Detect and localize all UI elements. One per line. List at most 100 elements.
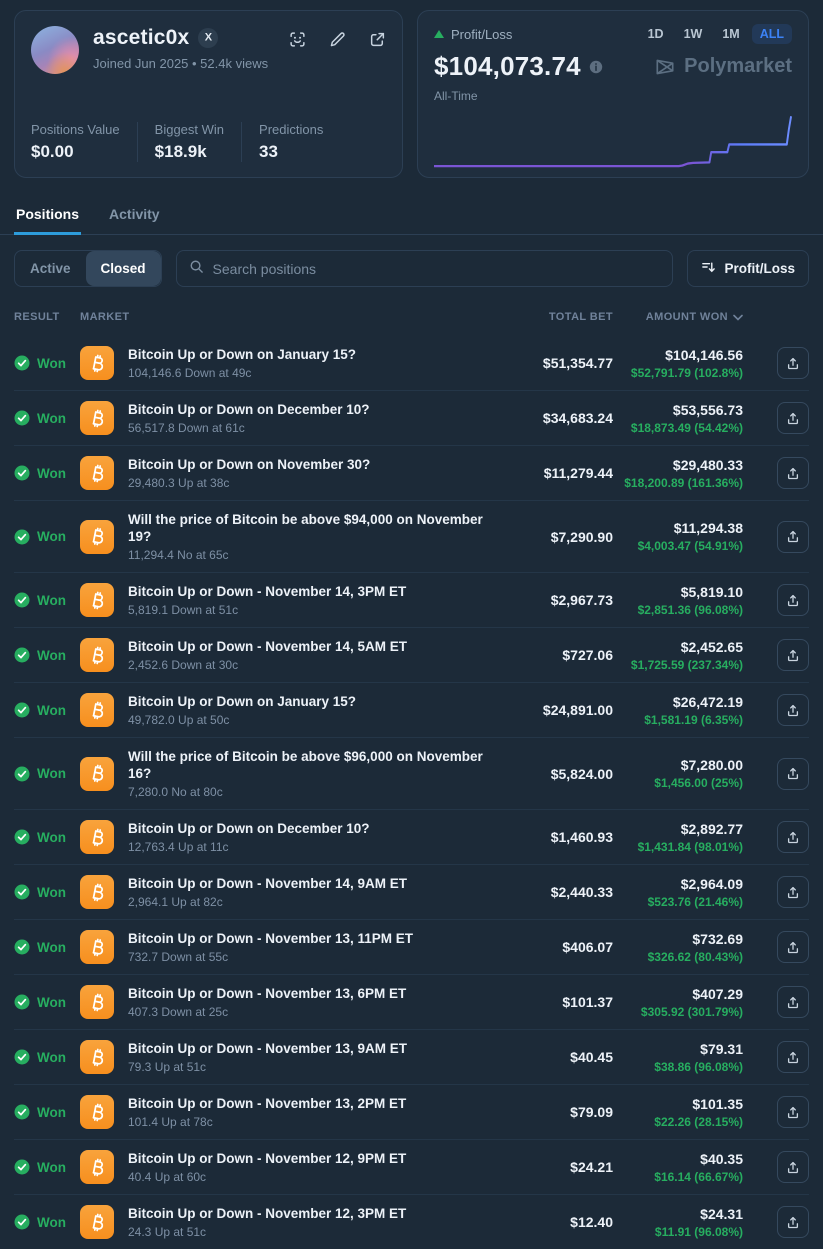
market-cell: Bitcoin Up or Down on January 15? 104,14… (128, 346, 493, 380)
profit-value: $18,873.49 (54.42%) (631, 421, 743, 435)
range-1d[interactable]: 1D (640, 24, 672, 44)
position-row[interactable]: Won Bitcoin Up or Down - November 13, 6P… (14, 974, 809, 1029)
position-row[interactable]: Won Bitcoin Up or Down - November 13, 2P… (14, 1084, 809, 1139)
market-title: Bitcoin Up or Down on December 10? (128, 820, 493, 837)
won-check-icon (14, 884, 30, 900)
position-row[interactable]: Won Bitcoin Up or Down - November 14, 9A… (14, 864, 809, 919)
positions-table: RESULT MARKET TOTAL BET AMOUNT WON Won (0, 311, 823, 1249)
market-subtitle: 732.7 Down at 55c (128, 950, 493, 964)
bitcoin-icon (80, 1040, 114, 1074)
position-row[interactable]: Won Bitcoin Up or Down on January 15? 10… (14, 336, 809, 390)
toggle-active[interactable]: Active (15, 251, 86, 286)
range-1m[interactable]: 1M (714, 24, 747, 44)
position-row[interactable]: Won Bitcoin Up or Down on December 10? 5… (14, 390, 809, 445)
face-scan-icon[interactable] (289, 31, 306, 53)
share-upload-icon (786, 703, 800, 718)
profit-value: $4,003.47 (54.91%) (638, 539, 743, 553)
share-upload-icon (786, 411, 800, 426)
total-bet-value: $406.07 (493, 939, 613, 955)
result-label: Won (37, 1215, 66, 1230)
market-title: Bitcoin Up or Down - November 14, 9AM ET (128, 875, 493, 892)
share-button[interactable] (777, 1041, 809, 1073)
header-amount-won[interactable]: AMOUNT WON (613, 311, 743, 323)
share-button[interactable] (777, 1206, 809, 1238)
result-label: Won (37, 411, 66, 426)
result-cell: Won (14, 1104, 80, 1120)
share-button[interactable] (777, 639, 809, 671)
info-icon[interactable] (589, 60, 603, 74)
x-social-badge[interactable]: X (198, 28, 218, 48)
pnl-label: Profit/Loss (451, 27, 512, 42)
position-row[interactable]: Won Bitcoin Up or Down - November 12, 9P… (14, 1139, 809, 1194)
amount-won-cell: $29,480.33 $18,200.89 (161.36%) (613, 457, 743, 490)
position-row[interactable]: Won Bitcoin Up or Down - November 12, 3P… (14, 1194, 809, 1249)
result-cell: Won (14, 884, 80, 900)
total-bet-value: $40.45 (493, 1049, 613, 1065)
market-cell: Bitcoin Up or Down - November 13, 9AM ET… (128, 1040, 493, 1074)
time-range-selector: 1D 1W 1M ALL (640, 24, 792, 44)
share-upload-icon (786, 1160, 800, 1175)
position-row[interactable]: Won Bitcoin Up or Down on January 15? 49… (14, 682, 809, 737)
position-row[interactable]: Won Bitcoin Up or Down - November 13, 11… (14, 919, 809, 974)
share-upload-icon (786, 830, 800, 845)
share-button[interactable] (777, 347, 809, 379)
share-button[interactable] (777, 986, 809, 1018)
market-subtitle: 2,452.6 Down at 30c (128, 658, 493, 672)
won-check-icon (14, 529, 30, 545)
search-icon (189, 259, 204, 279)
share-button[interactable] (777, 931, 809, 963)
won-check-icon (14, 592, 30, 608)
amount-won-cell: $53,556.73 $18,873.49 (54.42%) (613, 402, 743, 435)
toggle-closed[interactable]: Closed (86, 251, 161, 286)
result-cell: Won (14, 829, 80, 845)
share-button[interactable] (777, 457, 809, 489)
won-check-icon (14, 355, 30, 371)
share-button[interactable] (777, 821, 809, 853)
share-button[interactable] (777, 521, 809, 553)
total-bet-value: $79.09 (493, 1104, 613, 1120)
search-input[interactable] (213, 261, 661, 277)
share-button[interactable] (777, 584, 809, 616)
market-title: Bitcoin Up or Down on December 10? (128, 401, 493, 418)
market-subtitle: 5,819.1 Down at 51c (128, 603, 493, 617)
amount-won-value: $101.35 (692, 1096, 743, 1112)
tab-positions[interactable]: Positions (14, 200, 81, 235)
tab-activity[interactable]: Activity (107, 200, 162, 235)
market-subtitle: 7,280.0 No at 80c (128, 785, 493, 799)
share-button[interactable] (777, 1151, 809, 1183)
amount-won-value: $732.69 (692, 931, 743, 947)
edit-pencil-icon[interactable] (329, 31, 346, 53)
market-title: Will the price of Bitcoin be above $94,0… (128, 511, 493, 545)
amount-won-cell: $104,146.56 $52,791.79 (102.8%) (613, 347, 743, 380)
position-row[interactable]: Won Bitcoin Up or Down - November 14, 5A… (14, 627, 809, 682)
result-label: Won (37, 648, 66, 663)
share-button[interactable] (777, 758, 809, 790)
position-row[interactable]: Won Bitcoin Up or Down on December 10? 1… (14, 809, 809, 864)
share-button[interactable] (777, 402, 809, 434)
amount-won-value: $26,472.19 (673, 694, 743, 710)
market-title: Bitcoin Up or Down - November 12, 3PM ET (128, 1205, 493, 1222)
external-link-icon[interactable] (369, 31, 386, 53)
share-button[interactable] (777, 694, 809, 726)
amount-won-value: $2,892.77 (681, 821, 743, 837)
position-row[interactable]: Won Will the price of Bitcoin be above $… (14, 737, 809, 809)
position-row[interactable]: Won Will the price of Bitcoin be above $… (14, 500, 809, 572)
range-all[interactable]: ALL (752, 24, 792, 44)
market-title: Bitcoin Up or Down - November 12, 9PM ET (128, 1150, 493, 1167)
position-row[interactable]: Won Bitcoin Up or Down - November 13, 9A… (14, 1029, 809, 1084)
total-bet-value: $12.40 (493, 1214, 613, 1230)
share-button[interactable] (777, 1096, 809, 1128)
market-title: Bitcoin Up or Down - November 13, 11PM E… (128, 930, 493, 947)
bitcoin-icon (80, 985, 114, 1019)
result-cell: Won (14, 1159, 80, 1175)
position-row[interactable]: Won Bitcoin Up or Down - November 14, 3P… (14, 572, 809, 627)
sort-profit-loss-button[interactable]: Profit/Loss (687, 250, 809, 287)
share-upload-icon (786, 1105, 800, 1120)
range-1w[interactable]: 1W (676, 24, 711, 44)
market-cell: Bitcoin Up or Down - November 12, 3PM ET… (128, 1205, 493, 1239)
username: ascetic0x (93, 26, 189, 50)
share-upload-icon (786, 648, 800, 663)
position-row[interactable]: Won Bitcoin Up or Down on November 30? 2… (14, 445, 809, 500)
share-button[interactable] (777, 876, 809, 908)
won-check-icon (14, 766, 30, 782)
